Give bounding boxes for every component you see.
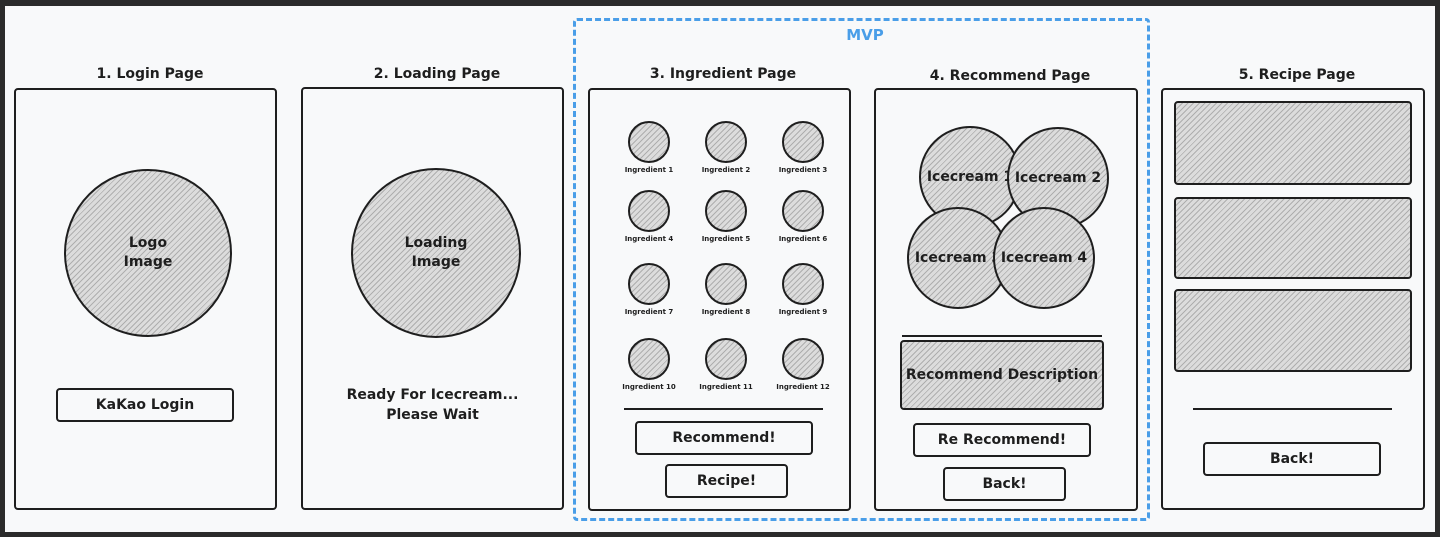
ingredient-1-label: Ingredient 1: [624, 166, 674, 174]
ingredient-10-label: Ingredient 10: [622, 383, 676, 391]
kakao-login-button[interactable]: KaKao Login: [56, 388, 234, 422]
loading-message: Ready For Icecream... Please Wait: [346, 387, 519, 423]
ingredient-12-circle[interactable]: [782, 338, 824, 380]
ingredient-4-label: Ingredient 4: [624, 235, 674, 243]
ingredient-9-label: Ingredient 9: [778, 308, 828, 316]
logo-image-placeholder: Logo Image: [64, 169, 232, 337]
recommend-divider: [902, 335, 1102, 337]
ingredient-11-label: Ingredient 11: [699, 383, 753, 391]
ingredient-5-label: Ingredient 5: [701, 235, 751, 243]
ingredient-10-circle[interactable]: [628, 338, 670, 380]
recommend-description-label: Recommend Description: [905, 367, 1099, 383]
icecream-4-circle: Icecream 4: [993, 207, 1095, 309]
recipe-divider: [1193, 408, 1392, 410]
re-recommend-button[interactable]: Re Recommend!: [913, 423, 1091, 457]
login-page-title: 1. Login Page: [96, 66, 204, 82]
ingredient-9-circle[interactable]: [782, 263, 824, 305]
recipe-content-block-3: [1174, 289, 1412, 372]
recipe-page-title: 5. Recipe Page: [1238, 67, 1356, 83]
icecream-4-label: Icecream 4: [1000, 249, 1088, 266]
loading-page-frame: Loading Image Ready For Icecream... Plea…: [301, 87, 564, 510]
ingredient-page-title: 3. Ingredient Page: [649, 66, 797, 82]
recipe-content-block-2: [1174, 197, 1412, 279]
ingredient-page-frame: Ingredient 1 Ingredient 2 Ingredient 3 Ingr…: [588, 88, 851, 511]
ingredient-6-label: Ingredient 6: [778, 235, 828, 243]
ingredient-5-circle[interactable]: [705, 190, 747, 232]
ingredient-8-label: Ingredient 8: [701, 308, 751, 316]
ingredient-2-label: Ingredient 2: [701, 166, 751, 174]
recommend-back-button[interactable]: Back!: [943, 467, 1066, 501]
ingredient-6-circle[interactable]: [782, 190, 824, 232]
recommend-page-frame: Icecream 1 Icecream 2 Icecream 3 Icecrea…: [874, 88, 1138, 511]
recipe-back-button[interactable]: Back!: [1203, 442, 1381, 476]
recipe-page-frame: Back!: [1161, 88, 1425, 510]
ingredient-3-label: Ingredient 3: [778, 166, 828, 174]
ingredient-2-circle[interactable]: [705, 121, 747, 163]
recipe-content-block-1: [1174, 101, 1412, 185]
mvp-label: MVP: [846, 26, 884, 44]
loading-page-title: 2. Loading Page: [373, 66, 501, 82]
ingredient-1-circle[interactable]: [628, 121, 670, 163]
ingredient-3-circle[interactable]: [782, 121, 824, 163]
ingredient-divider: [624, 408, 823, 410]
recommend-button[interactable]: Recommend!: [635, 421, 813, 455]
ingredient-4-circle[interactable]: [628, 190, 670, 232]
wireframe-canvas: MVP 1. Login Page Logo Image KaKao Login…: [5, 6, 1435, 532]
ingredient-12-label: Ingredient 12: [776, 383, 830, 391]
ingredient-7-label: Ingredient 7: [624, 308, 674, 316]
recommend-description-box: Recommend Description: [900, 340, 1104, 410]
ingredient-8-circle[interactable]: [705, 263, 747, 305]
ingredient-11-circle[interactable]: [705, 338, 747, 380]
loading-image-placeholder: Loading Image: [351, 168, 521, 338]
ingredient-7-circle[interactable]: [628, 263, 670, 305]
recipe-button[interactable]: Recipe!: [665, 464, 788, 498]
logo-image-label: Logo Image: [123, 235, 173, 270]
recommend-page-title: 4. Recommend Page: [929, 68, 1091, 84]
loading-image-label: Loading Image: [404, 235, 468, 270]
login-page-frame: Logo Image KaKao Login: [14, 88, 277, 510]
